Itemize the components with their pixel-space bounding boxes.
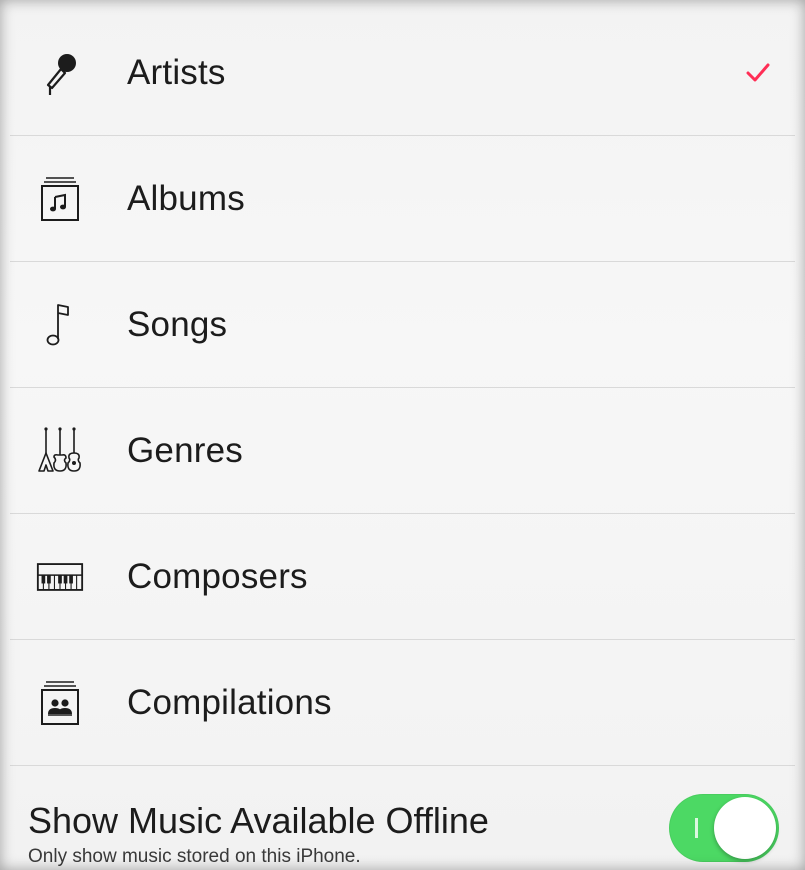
offline-setting-title: Show Music Available Offline [28, 800, 489, 841]
menu-item-label: Composers [127, 556, 308, 596]
menu-item-albums[interactable]: Albums [10, 136, 795, 262]
guitars-icon [36, 426, 84, 475]
menu-item-label: Albums [127, 178, 245, 218]
microphone-icon [36, 49, 84, 97]
offline-toggle-switch[interactable] [669, 794, 779, 862]
checkmark-icon [746, 63, 770, 81]
menu-item-composers[interactable]: Composers [10, 514, 795, 640]
menu-item-label: Compilations [127, 682, 332, 722]
compilation-icon [36, 679, 84, 727]
menu-item-compilations[interactable]: Compilations [10, 640, 795, 766]
offline-setting-subtitle: Only show music stored on this iPhone. [28, 846, 361, 867]
library-category-list: Artists Albums Songs Genres Composers Co… [10, 10, 795, 766]
piano-keyboard-icon [36, 553, 84, 601]
album-icon [36, 175, 84, 223]
offline-music-setting: Show Music Available Offline Only show m… [10, 772, 795, 870]
menu-item-artists[interactable]: Artists [10, 10, 795, 136]
menu-item-label: Artists [127, 52, 226, 92]
menu-item-label: Songs [127, 304, 228, 344]
toggle-on-indicator [695, 818, 698, 838]
menu-item-label: Genres [127, 430, 243, 470]
music-note-icon [36, 301, 84, 349]
music-library-menu: Artists Albums Songs Genres Composers Co… [0, 0, 805, 870]
toggle-knob [714, 797, 776, 859]
menu-item-genres[interactable]: Genres [10, 388, 795, 514]
menu-item-songs[interactable]: Songs [10, 262, 795, 388]
